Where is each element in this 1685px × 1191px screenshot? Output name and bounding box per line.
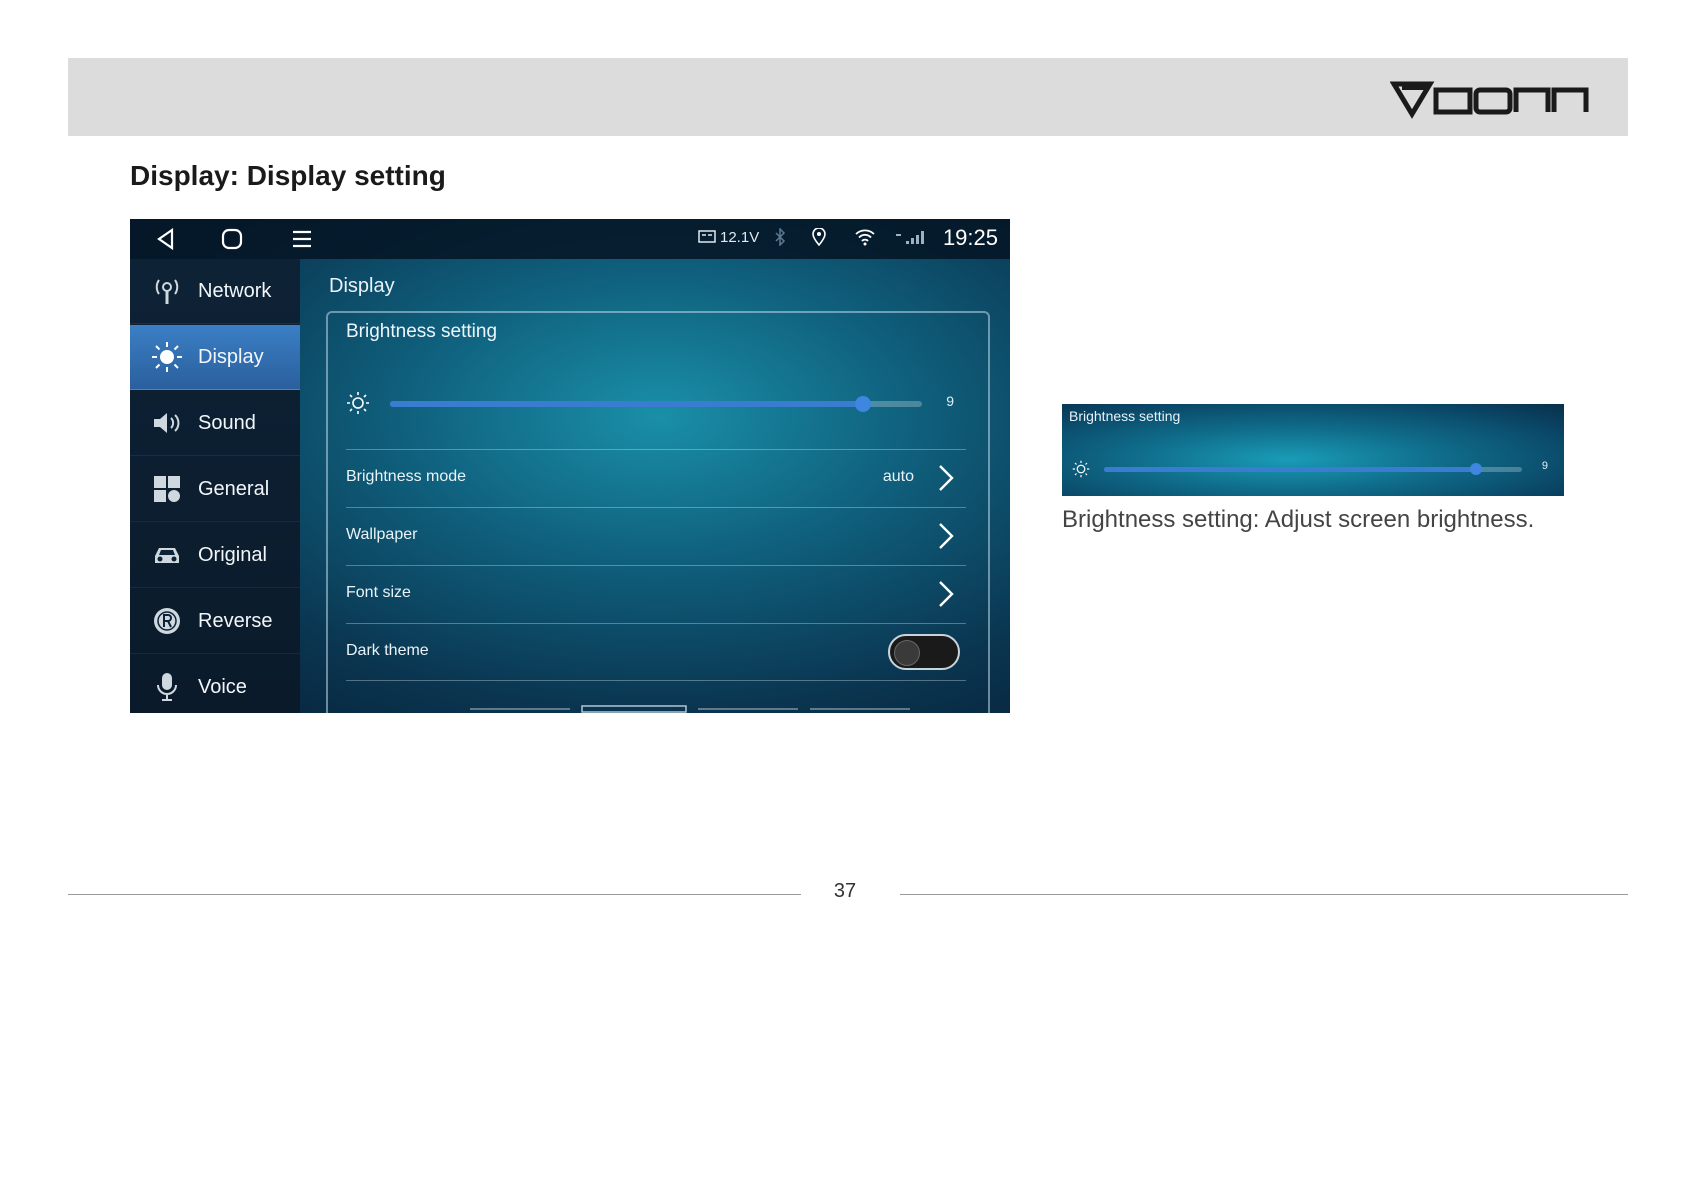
sidebar-item-sound[interactable]: Sound (130, 391, 300, 456)
sidebar-item-original[interactable]: Original (130, 523, 300, 588)
status-bar: 12.1V 19:25 (130, 219, 1010, 259)
signal-icon (894, 229, 924, 249)
battery-icon (698, 229, 716, 247)
brightness-detail-crop: Brightness setting 9 (1062, 404, 1564, 496)
row-label: Font size (346, 584, 411, 601)
row-label: Dark theme (346, 642, 429, 659)
sidebar-item-voice[interactable]: Voice (130, 655, 300, 713)
page-title: Display: Display setting (130, 160, 446, 191)
microphone-icon (150, 670, 184, 704)
bluetooth-icon (774, 227, 786, 250)
brightness-mode-row[interactable]: Brightness mode auto (346, 449, 966, 506)
wifi-icon (854, 228, 876, 250)
voltage-text: 12.1V (720, 229, 760, 246)
reverse-icon (150, 604, 184, 638)
chevron-right-icon (939, 581, 954, 607)
crop-slider-fill (1104, 467, 1477, 472)
page-indicator (470, 705, 910, 713)
sidebar-item-display[interactable]: Display (130, 325, 300, 390)
location-icon (812, 227, 826, 250)
sun-icon (1072, 460, 1090, 483)
back-icon[interactable] (152, 225, 180, 253)
chevron-right-icon (939, 465, 954, 491)
row-value: auto (882, 468, 914, 485)
sidebar-item-network[interactable]: Network (130, 259, 300, 324)
crop-value: 9 (1541, 460, 1548, 472)
dark-theme-row: Dark theme (346, 623, 966, 681)
caption: Brightness setting: Adjust screen bright… (1062, 506, 1535, 533)
home-icon[interactable] (218, 225, 246, 253)
brightness-slider-handle[interactable] (855, 396, 872, 412)
row-label: Brightness mode (346, 468, 467, 485)
sidebar-item-general[interactable]: General (130, 457, 300, 522)
eonon-logo (1390, 81, 1589, 119)
speaker-icon (150, 406, 184, 440)
crop-title: Brightness setting (1069, 408, 1181, 424)
crop-slider-handle (1470, 463, 1483, 475)
brightness-setting-title: Brightness setting (346, 321, 498, 342)
brightness-slider-row: 9 (346, 383, 966, 423)
car-icon (150, 538, 184, 572)
sidebar-item-label: Reverse (198, 609, 273, 632)
content-title: Display (329, 275, 395, 297)
chevron-right-icon (939, 523, 954, 549)
crop-brightness-slider (1104, 463, 1522, 475)
grid-icon (150, 472, 184, 506)
footer-rule-left (68, 894, 801, 895)
device-screen: 12.1V 19:25 Network Display Sound Genera… (130, 219, 1010, 713)
network-icon (150, 274, 184, 308)
wallpaper-row[interactable]: Wallpaper (346, 507, 966, 564)
display-settings-card: Brightness setting 9 Brightness mode aut… (326, 311, 990, 713)
header-band (68, 58, 1628, 136)
menu-icon[interactable] (288, 225, 316, 253)
font-size-row[interactable]: Font size (346, 565, 966, 622)
brightness-value: 9 (946, 393, 954, 409)
sidebar-item-label: Original (198, 543, 267, 566)
page-number: 37 (833, 880, 857, 902)
dark-theme-toggle[interactable] (888, 634, 960, 670)
sidebar-item-label: Display (198, 345, 264, 368)
footer-rule-right (900, 894, 1628, 895)
toggle-knob (894, 640, 920, 666)
row-label: Wallpaper (346, 526, 418, 543)
clock: 19:25 (942, 225, 998, 250)
sidebar-item-label: General (198, 477, 270, 500)
brightness-slider-fill (390, 401, 864, 407)
sidebar-item-label: Voice (198, 675, 247, 698)
sidebar-item-label: Network (198, 279, 272, 302)
brightness-slider[interactable] (390, 396, 922, 412)
sidebar-item-label: Sound (198, 411, 256, 434)
sun-icon (346, 391, 370, 420)
sidebar-item-reverse[interactable]: Reverse (130, 589, 300, 654)
brightness-icon (150, 340, 184, 374)
settings-sidebar: Network Display Sound General Original R… (130, 259, 300, 713)
